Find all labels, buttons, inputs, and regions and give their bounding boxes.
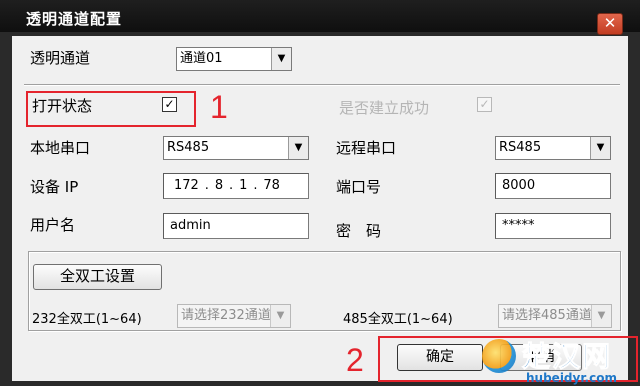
device-ip-label: 设备 IP: [30, 178, 79, 196]
remote-port-label: 远程串口: [336, 139, 397, 157]
dialog-window: 透明通道配置 ✕ 透明通道 通道01 ▼ 打开状态 ✓ 是否建立成功 ✓ 本地串…: [0, 0, 640, 386]
annotation-box-1: [26, 91, 196, 127]
port-field[interactable]: 8000: [495, 173, 611, 199]
local-port-select[interactable]: RS485 ▼: [163, 136, 309, 160]
close-icon: ✕: [603, 14, 617, 32]
window-title: 透明通道配置: [26, 10, 123, 28]
password-label: 密 码: [336, 222, 382, 240]
triangle-down-icon: ▼: [270, 305, 290, 327]
check-icon: ✓: [479, 97, 490, 111]
annotation-marker-2: 2: [346, 342, 364, 378]
established-label: 是否建立成功: [339, 99, 430, 117]
device-ip-field[interactable]: 172. 8. 1. 78: [163, 173, 309, 199]
globe-icon: [482, 339, 516, 373]
ch232-select: 请选择232通道 ▼: [177, 304, 291, 328]
remote-port-value: RS485: [499, 140, 542, 155]
ip-octet-4: 78: [263, 178, 280, 193]
triangle-down-icon: ▼: [591, 305, 611, 327]
ip-octet-3: 1: [239, 178, 248, 193]
local-port-label: 本地串口: [30, 139, 91, 157]
watermark-logo: 楚汉网 hubeidyr.com: [470, 335, 640, 386]
password-value: *****: [502, 218, 535, 233]
triangle-down-icon[interactable]: ▼: [590, 137, 610, 159]
username-label: 用户名: [30, 216, 76, 234]
watermark-url: hubeidyr.com: [526, 371, 617, 385]
username-value: admin: [170, 218, 211, 233]
ch485-select: 请选择485通道 ▼: [498, 304, 612, 328]
ch485-label: 485全双工(1~64): [343, 312, 453, 327]
port-value: 8000: [502, 178, 536, 193]
channel-select-value: 通道01: [180, 51, 223, 66]
duplex-settings-button[interactable]: 全双工设置: [33, 264, 162, 290]
port-label: 端口号: [336, 178, 382, 196]
username-field[interactable]: admin: [163, 213, 309, 239]
ch232-label: 232全双工(1~64): [32, 312, 142, 327]
title-bar[interactable]: 透明通道配置 ✕: [0, 0, 640, 35]
group-divider: [24, 84, 620, 86]
ch232-placeholder: 请选择232通道: [181, 308, 271, 323]
annotation-marker-1: 1: [210, 89, 228, 125]
channel-select[interactable]: 通道01 ▼: [176, 47, 292, 71]
watermark-text: 楚汉网: [521, 340, 613, 374]
close-button[interactable]: ✕: [597, 13, 623, 35]
local-port-value: RS485: [167, 140, 210, 155]
ch485-placeholder: 请选择485通道: [502, 308, 592, 323]
ip-octet-1: 172: [174, 178, 199, 193]
triangle-down-icon[interactable]: ▼: [271, 48, 291, 70]
password-field[interactable]: *****: [495, 213, 611, 239]
triangle-down-icon[interactable]: ▼: [288, 137, 308, 159]
channel-label: 透明通道: [30, 49, 91, 67]
ip-octet-2: 8: [214, 178, 224, 193]
dialog-client-area: 透明通道 通道01 ▼ 打开状态 ✓ 是否建立成功 ✓ 本地串口 RS485 ▼…: [12, 36, 628, 381]
established-checkbox: ✓: [477, 97, 492, 112]
remote-port-select[interactable]: RS485 ▼: [495, 136, 611, 160]
